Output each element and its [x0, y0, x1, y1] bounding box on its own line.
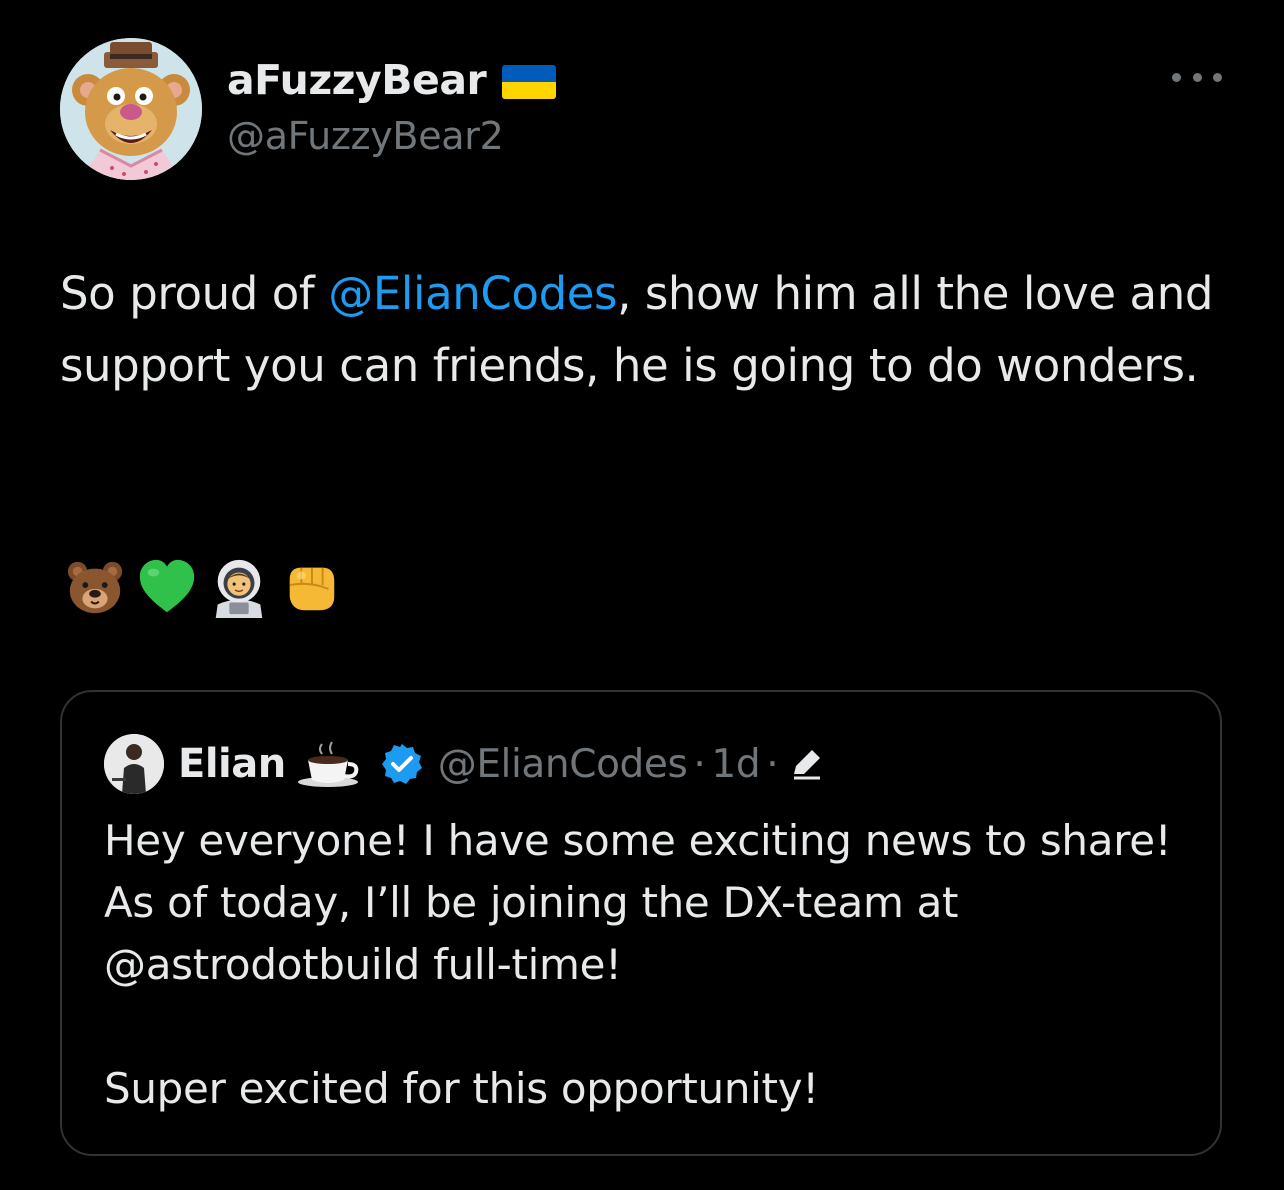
quoted-tweet-card[interactable]: Elian @ElianCodes · 1d · Hey everyone! I… [60, 690, 1222, 1156]
separator-dot: · [693, 741, 706, 787]
tweet: aFuzzyBear @aFuzzyBear2 So proud of @Eli… [0, 0, 1284, 1190]
author-avatar[interactable] [60, 38, 202, 180]
oncoming-fist-emoji [289, 567, 335, 611]
tweet-text: So proud of @ElianCodes, show him all th… [60, 258, 1240, 402]
quoted-line: Super excited for this opportunity! [104, 1064, 819, 1113]
mention-link[interactable]: @ElianCodes [328, 267, 617, 320]
quoted-author-display-name[interactable]: Elian [178, 741, 286, 787]
author-name-row: aFuzzyBear [227, 52, 557, 108]
verified-badge-icon [381, 744, 422, 784]
quoted-timestamp[interactable]: 1d [711, 742, 760, 787]
green-heart-emoji [139, 559, 195, 613]
quoted-line: @astrodotbuild full-time! [104, 940, 622, 989]
quoted-line: As of today, I’ll be joining the DX-team… [104, 878, 959, 927]
quoted-line: Hey everyone! I have some exciting news … [104, 816, 1172, 865]
ukraine-flag-icon [502, 65, 557, 99]
astronaut-emoji [215, 559, 263, 618]
edited-pencil-icon[interactable] [788, 746, 824, 782]
speaker-avatar-image [104, 734, 164, 794]
author-display-name[interactable]: aFuzzyBear [227, 56, 487, 104]
bear-face-emoji [67, 561, 123, 614]
bear-avatar-image [60, 38, 202, 180]
quoted-author-avatar[interactable] [104, 734, 164, 794]
author-handle[interactable]: @aFuzzyBear2 [227, 114, 504, 158]
more-horizontal-icon[interactable] [1172, 62, 1222, 92]
emoji-row [64, 554, 342, 620]
tweet-text-before: So proud of [60, 267, 329, 320]
quoted-tweet-text: Hey everyone! I have some exciting news … [104, 810, 1194, 1120]
quoted-author-handle[interactable]: @ElianCodes [438, 742, 688, 787]
separator-dot: · [766, 741, 779, 787]
hot-beverage-emoji [297, 741, 359, 787]
quoted-tweet-header: Elian @ElianCodes · 1d · [104, 732, 824, 796]
